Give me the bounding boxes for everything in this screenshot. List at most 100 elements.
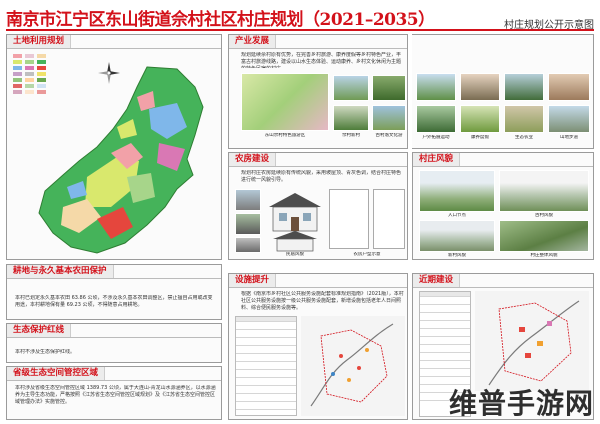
table-row: [236, 373, 296, 378]
village-render: [499, 220, 589, 252]
legend-swatch: [13, 72, 22, 76]
eco-redline-panel: 生态保护红线 本村不涉及生态保护红线。: [6, 323, 222, 363]
recent-map: [475, 291, 589, 391]
panel-title: 生态保护红线: [7, 324, 72, 337]
divider: [7, 48, 221, 49]
panel-title: 农房建设: [229, 153, 277, 166]
panel-text: 本村不涉及生态保护红线。: [15, 349, 76, 355]
farmland-panel: 耕地与永久基本农田保护 本村已划定永久基本农田 63.86 公顷，不涉及永久基本…: [6, 264, 222, 320]
divider: [7, 278, 221, 279]
panel-text: 本村涉及省级生态空间管控区域 1389.73 公顷，属于大连山-青龙山水源涵养区…: [15, 385, 216, 405]
floor-plan: [373, 189, 405, 249]
table-row: [420, 356, 470, 361]
divider: [229, 48, 407, 49]
legend-swatch: [13, 60, 22, 64]
industry-panel-right: 户外拓展运动 康养度假 生态农业 山地步道: [412, 34, 594, 149]
village-render: [419, 220, 495, 252]
industry-panel: 产业发展 规划延续佘村原有优势，在完善乡村旅游、康养度假等乡村特色产业，丰富古村…: [228, 34, 408, 149]
divider: [7, 337, 221, 338]
industry-photo: [333, 105, 369, 131]
table-row: [236, 317, 296, 322]
village-style-panel: 村庄风貌 入口节点 古村风貌 新村风貌 村庄整体风貌: [412, 152, 594, 260]
floor-plan: [329, 189, 369, 249]
table-row: [236, 325, 296, 330]
table-row: [236, 389, 296, 394]
photo-caption: 入口节点: [448, 213, 466, 218]
legend-swatch: [13, 66, 22, 70]
village-render: [499, 170, 589, 212]
industry-photo: [504, 105, 544, 133]
eco-space-panel: 省级生态空间管控区域 本村涉及省级生态空间管控区域 1389.73 公顷，属于大…: [6, 366, 222, 420]
photo-caption: 新村风貌: [448, 253, 466, 258]
photo-caption: 山地步道: [560, 135, 578, 140]
table-row: [236, 341, 296, 346]
house-drawing: [269, 193, 321, 252]
table-row: [420, 324, 470, 329]
table-row: [420, 308, 470, 313]
panel-title: 设施提升: [229, 274, 277, 287]
panel-text: 本村已划定永久基本农田 63.86 公顷，不涉及永久基本农田调整区，禁止擅自占用…: [15, 295, 213, 308]
panel-title: 近期建设: [413, 274, 461, 287]
house-photo: [235, 213, 261, 235]
table-row: [236, 333, 296, 338]
table-row: [420, 340, 470, 345]
photo-caption: 农房户型示意: [353, 252, 381, 257]
document-title: 南京市江宁区东山街道佘村社区村庄规划（2021–2035）: [6, 10, 435, 30]
table-row: [236, 381, 296, 386]
facilities-map: [301, 316, 405, 416]
divider: [413, 166, 593, 167]
table-row: [420, 364, 470, 369]
photo-caption: 户外拓展运动: [422, 135, 450, 140]
house-photo: [235, 237, 261, 253]
table-row: [420, 292, 470, 297]
table-row: [420, 316, 470, 321]
industry-photo: [460, 105, 500, 133]
facilities-table: [235, 316, 297, 416]
panel-text: 规划村庄农房延续原有传统风貌，采用坡屋顶、青灰色调，结合村庄特色进行统一风貌引导…: [241, 170, 402, 183]
panel-title: 省级生态空间管控区域: [7, 367, 106, 380]
photo-caption: 民居风貌: [286, 252, 304, 257]
legend-swatch: [13, 84, 22, 88]
photo-caption: 康养度假: [471, 135, 489, 140]
industry-photo: [548, 73, 590, 101]
land-use-map: [38, 66, 204, 254]
table-row: [236, 397, 296, 402]
legend-swatch: [13, 78, 22, 82]
industry-photo: [416, 73, 456, 101]
photo-caption: 生态农业: [515, 135, 533, 140]
photo-caption: 古村落文化游: [375, 133, 403, 138]
industry-photo: [460, 73, 500, 101]
table-row: [420, 332, 470, 337]
divider: [229, 166, 407, 167]
industry-photo: [372, 105, 406, 131]
industry-photo: [333, 75, 369, 101]
farm-building-panel: 农房建设 规划村庄农房延续原有传统风貌，采用坡屋顶、青灰色调，结合村庄特色进行统…: [228, 152, 408, 260]
panel-title: 产业发展: [229, 35, 277, 48]
panel-title: 村庄风貌: [413, 153, 461, 166]
table-row: [236, 365, 296, 370]
industry-photo: [504, 73, 544, 101]
legend-swatch: [13, 90, 22, 94]
table-row: [236, 405, 296, 410]
industry-map-photo: [241, 73, 329, 131]
table-row: [420, 372, 470, 377]
panel-title: 耕地与永久基本农田保护: [7, 265, 114, 278]
divider: [413, 287, 593, 288]
panel-text: 规划延续佘村原有优势，在完善乡村旅游、康养度假等乡村特色产业，丰富古村旅游线路，…: [241, 52, 402, 68]
panel-title: 土地利用规划: [7, 35, 72, 48]
table-row: [420, 300, 470, 305]
table-row: [236, 349, 296, 354]
photo-caption: 佘村新村: [342, 133, 360, 138]
industry-photo: [416, 105, 456, 133]
legend-swatch: [13, 54, 22, 58]
land-use-panel: 土地利用规划: [6, 34, 222, 260]
photo-caption: 东山佘村特色旅游区: [264, 133, 306, 138]
table-row: [236, 357, 296, 362]
panel-text: 根据《南京市乡村社区公共服务设施配套标准规划指南》（2021版），本村社区公共服…: [241, 291, 404, 311]
village-render: [419, 170, 495, 212]
photo-caption: 村庄整体风貌: [530, 253, 558, 258]
watermark-logo: 维普手游网: [448, 387, 594, 420]
photo-caption: 古村风貌: [535, 213, 553, 218]
industry-photo: [548, 105, 590, 133]
table-row: [420, 348, 470, 353]
